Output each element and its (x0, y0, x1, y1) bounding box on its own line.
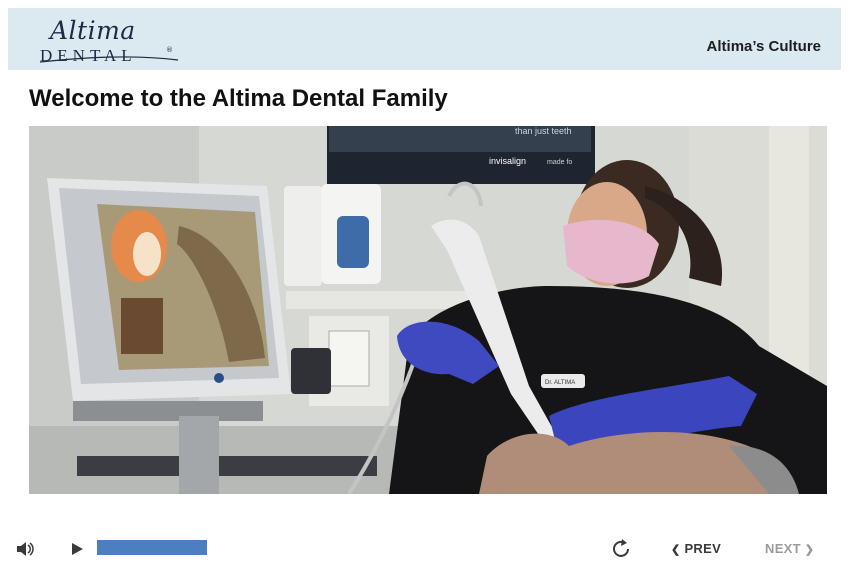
replay-button[interactable] (611, 539, 633, 559)
svg-text:invisalign: invisalign (489, 156, 526, 166)
prev-label: PREV (684, 541, 722, 556)
altima-dental-logo: Altima DENTAL ® (38, 16, 179, 68)
page-title: Welcome to the Altima Dental Family (29, 85, 448, 112)
wall-poster: than just teeth invisalign made fo (327, 126, 595, 184)
chevron-left-icon: ❮ (671, 544, 681, 556)
next-label: NEXT (765, 541, 801, 556)
play-icon (72, 543, 83, 555)
volume-button[interactable] (16, 541, 36, 556)
video-scene-image: than just teeth invisalign made fo Dr. A… (29, 126, 827, 494)
play-button[interactable] (70, 541, 84, 555)
svg-text:than just teeth: than just teeth (515, 126, 572, 136)
speaker-icon (17, 542, 34, 556)
svg-text:Dr. ALTIMA: Dr. ALTIMA (545, 380, 575, 386)
player-controls: ❮ PREV NEXT ❯ (0, 528, 850, 563)
header-bar: Altima DENTAL ® Altima’s Culture (8, 8, 841, 70)
section-title: Altima’s Culture (706, 38, 821, 55)
replay-icon (613, 539, 629, 557)
video-frame[interactable]: than just teeth invisalign made fo Dr. A… (29, 126, 827, 494)
svg-text:made fo: made fo (547, 159, 572, 166)
prev-button[interactable]: ❮ PREV (671, 541, 721, 556)
playback-progress-bar[interactable] (97, 540, 207, 555)
next-button[interactable]: NEXT ❯ (765, 541, 814, 556)
chevron-right-icon: ❯ (804, 544, 815, 556)
